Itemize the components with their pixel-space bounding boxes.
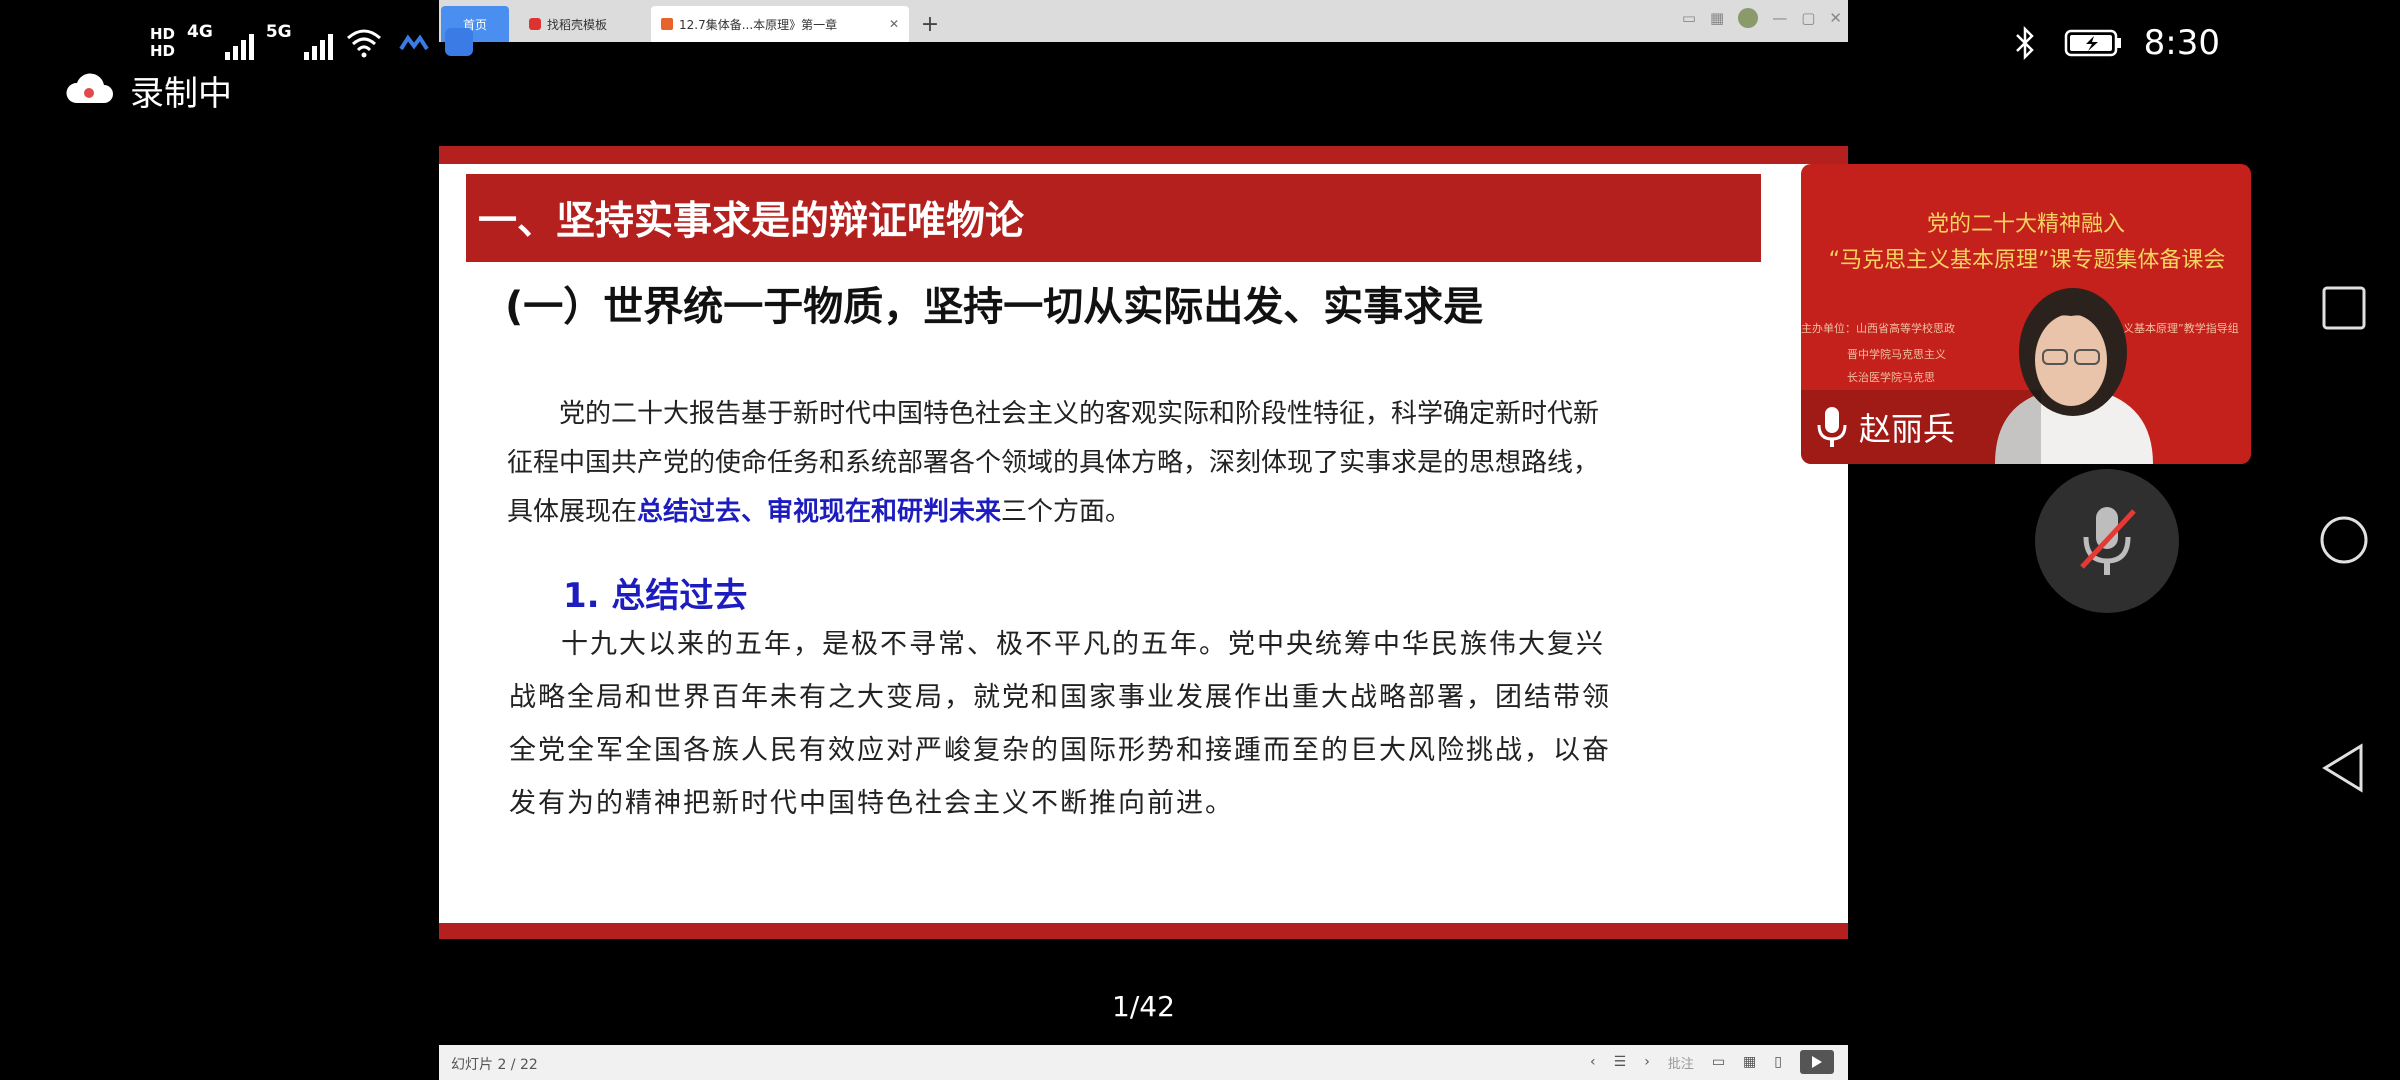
ppt-file-icon (661, 18, 673, 30)
banner-line-1: 党的二十大精神融入 (1926, 212, 2125, 237)
maximize-icon[interactable]: ▢ (1801, 9, 1815, 27)
play-icon (1812, 1056, 1822, 1068)
page-counter: 1/42 (1112, 990, 1175, 1023)
outline-icon[interactable]: ☰ (1614, 1054, 1627, 1070)
cloud-record-icon (64, 71, 114, 111)
sorter-view-icon[interactable]: ▦ (1743, 1054, 1756, 1070)
tab-document[interactable]: 12.7集体备...本原理》第一章 ✕ (651, 6, 909, 42)
new-tab-button[interactable]: + (913, 6, 947, 42)
recording-indicator: 录制中 (64, 66, 232, 115)
banner-line-2: “马克思主义基本原理”课专题集体备课会 (1828, 248, 2226, 273)
recent-apps-button[interactable] (2318, 282, 2370, 334)
banner-small-line-2: 晋中学院马克思主义 (1847, 348, 1946, 361)
sim2-type-label: 5G (265, 22, 292, 42)
recording-label: 录制中 (130, 74, 232, 114)
play-slideshow-button[interactable] (1800, 1050, 1834, 1074)
slide-bottom-bar (439, 923, 1848, 939)
app-icon (395, 24, 433, 62)
back-button[interactable] (2318, 742, 2370, 794)
status-bar-right: 8:30 (2006, 18, 2220, 68)
paragraph-1-line-3: 具体展现在总结过去、审视现在和研判未来三个方面。 (507, 488, 1617, 537)
layout-icon[interactable]: ▭ (1682, 9, 1696, 27)
banner-small-line-1: 主办单位：山西省高等学校思政 (1801, 322, 1955, 335)
signal1-icon (224, 26, 254, 60)
navigation-bar (2288, 0, 2400, 1080)
next-slide-icon[interactable]: › (1644, 1054, 1650, 1070)
triangle-back-icon (2322, 743, 2363, 793)
reading-view-icon[interactable]: ▯ (1774, 1054, 1782, 1070)
wifi-icon (345, 24, 383, 62)
paragraph-2-line-4: 发有为的精神把新时代中国特色社会主义不断推向前进。 (509, 788, 1234, 819)
paragraph-1-line-3-end: 三个方面。 (1001, 497, 1132, 527)
slide: 一、坚持实事求是的辩证唯物论 (一）世界统一于物质，坚持一切从实际出发、实事求是… (439, 146, 1848, 939)
minimize-icon[interactable]: — (1772, 9, 1787, 27)
annotation-tool-icon[interactable] (445, 28, 473, 56)
slide-top-bar (439, 146, 1848, 164)
sim2-hd-label: HD (150, 42, 176, 60)
normal-view-icon[interactable]: ▭ (1712, 1054, 1725, 1070)
slide-title-band: 一、坚持实事求是的辩证唯物论 (466, 174, 1761, 262)
home-button[interactable] (2318, 514, 2370, 566)
sim-indicators: HD HD (150, 26, 175, 60)
tab-templates-label: 找稻壳模板 (547, 17, 608, 32)
square-icon (2322, 286, 2366, 330)
paragraph-1-highlight: 总结过去、审视现在和研判未来 (637, 497, 1002, 527)
mute-microphone-button[interactable] (2035, 469, 2179, 613)
paragraph-2-line-3: 全党全军全国各族人民有效应对严峻复杂的国际形势和接踵而至的巨大风险挑战，以奋 (509, 735, 1611, 766)
muted-microphone-icon (2080, 507, 2136, 575)
tab-templates[interactable]: 找稻壳模板 (519, 6, 647, 42)
bluetooth-icon (2006, 24, 2044, 62)
clock: 8:30 (2143, 23, 2220, 63)
slide-subtitle: (一）世界统一于物质，坚持一切从实际出发、实事求是 (505, 284, 1484, 330)
battery-charging-icon (2062, 24, 2126, 62)
paragraph-1: 党的二十大报告基于新时代中国特色社会主义的客观实际和阶段性特征，科学确定新时代新… (507, 390, 1617, 537)
paragraph-1-line-3-start: 具体展现在 (507, 497, 638, 527)
user-avatar[interactable] (1738, 8, 1759, 28)
banner-small-line-3: 长治医学院马克思 (1847, 371, 1935, 384)
sim1-type-label: 4G (187, 22, 213, 42)
paragraph-2: 十九大以来的五年，是极不寻常、极不平凡的五年。党中央统筹中华民族伟大复兴 战略全… (509, 618, 1619, 830)
tab-document-label: 12.7集体备...本原理》第一章 (679, 17, 838, 32)
tab-close-icon[interactable]: ✕ (889, 17, 899, 31)
slide-number: 幻灯片 2 / 22 (451, 1057, 538, 1073)
paragraph-2-line-2: 战略全局和世界百年未有之大变局，就党和国家事业发展作出重大战略部署，团结带领 (509, 682, 1611, 713)
ppt-status-bar: 幻灯片 2 / 22 ‹ ☰ › 批注 ▭ ▦ ▯ (439, 1045, 1848, 1080)
ppt-status-controls: ‹ ☰ › 批注 ▭ ▦ ▯ (1590, 1050, 1834, 1074)
circle-icon (2320, 516, 2368, 564)
paragraph-2-line-1: 十九大以来的五年，是极不寻常、极不平凡的五年。党中央统筹中华民族伟大复兴 (561, 629, 1605, 660)
microphone-icon (1817, 407, 1847, 447)
grid-icon[interactable]: ▦ (1710, 9, 1724, 27)
paragraph-1-line-1: 党的二十大报告基于新时代中国特色社会主义的客观实际和阶段性特征，科学确定新时代新 (559, 399, 1600, 429)
close-icon[interactable]: ✕ (1829, 9, 1842, 27)
paragraph-1-line-2: 征程中国共产党的使命任务和系统部署各个领域的具体方略，深刻体现了实事求是的思想路… (507, 448, 1600, 478)
speaker-name-strip: 赵丽兵 (1801, 390, 2041, 464)
speaker-name: 赵丽兵 (1859, 410, 1956, 448)
browser-tabbar: 首页 找稻壳模板 12.7集体备...本原理》第一章 ✕ + ▭ ▦ — ▢ ✕ (439, 0, 1848, 42)
window-controls: ▭ ▦ — ▢ ✕ (1682, 8, 1842, 28)
speaker-video-tile[interactable]: 党的二十大精神融入 “马克思主义基本原理”课专题集体备课会 主办单位：山西省高等… (1801, 164, 2251, 464)
template-icon (529, 18, 541, 30)
sim1-hd-label: HD (150, 25, 176, 43)
notes-button[interactable]: 批注 (1668, 1053, 1694, 1072)
shared-screen: 首页 找稻壳模板 12.7集体备...本原理》第一章 ✕ + ▭ ▦ — ▢ ✕… (439, 0, 1848, 1080)
signal2-icon (303, 26, 333, 60)
section-heading: 1. 总结过去 (563, 576, 748, 616)
slide-title: 一、坚持实事求是的辩证唯物论 (478, 199, 1025, 244)
prev-slide-icon[interactable]: ‹ (1590, 1054, 1596, 1070)
status-bar-left: HD HD 4G 5G (150, 18, 483, 68)
